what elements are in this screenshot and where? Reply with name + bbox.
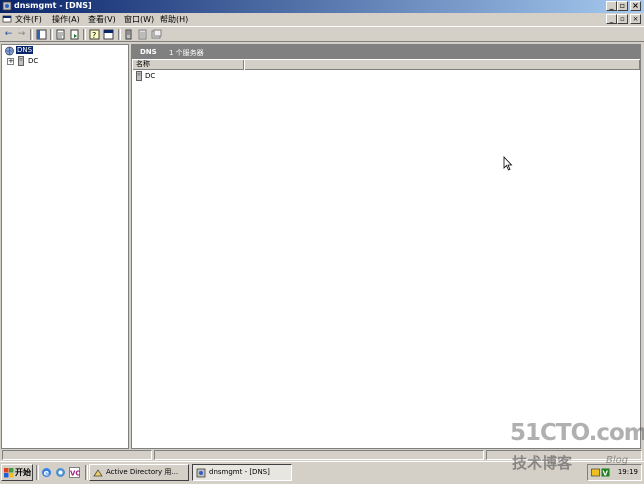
toolbar-separator	[30, 29, 33, 40]
toolbar: ← → ?	[0, 26, 644, 42]
result-header-count: 1 个服务器	[169, 49, 204, 57]
watermark-subtitle: 技术博客	[512, 454, 573, 472]
tree-item-dns[interactable]: DNS	[16, 46, 34, 54]
menu-window[interactable]: 窗口(W)	[124, 14, 154, 25]
taskbar-separator	[36, 465, 39, 480]
result-header: DNS 1 个服务器	[132, 45, 640, 59]
watermark-logo: 51CTO.com	[510, 420, 644, 446]
network-icon[interactable]	[591, 468, 600, 477]
minimize-button[interactable]: _	[606, 1, 617, 11]
toolbar-separator	[50, 29, 53, 40]
menu-bar: 文件(F) 操作(A) 查看(V) 窗口(W) 帮助(H) _ ▫ ×	[0, 13, 644, 26]
status-cell	[2, 450, 152, 460]
start-button[interactable]: 开始	[1, 464, 33, 481]
watermark-blog: Blog	[606, 455, 629, 466]
close-button[interactable]: ×	[630, 1, 641, 11]
toolbar-separator	[83, 29, 86, 40]
task-label: dnsmgmt - [DNS]	[209, 468, 270, 476]
properties-icon[interactable]	[55, 29, 66, 40]
list-item-dc[interactable]: DC	[145, 72, 155, 80]
svg-text:VC: VC	[70, 470, 80, 478]
start-label: 开始	[15, 468, 31, 477]
task-label: Active Directory 用...	[106, 468, 179, 476]
vmware-icon[interactable]: V	[601, 468, 610, 477]
help-icon[interactable]: ?	[89, 29, 100, 40]
console-tree-pane[interactable]: DNS + DC	[1, 44, 129, 449]
clock[interactable]: 19:19	[618, 468, 638, 476]
maximize-button[interactable]: ▫	[617, 1, 628, 11]
menu-view[interactable]: 查看(V)	[88, 14, 116, 25]
forward-icon[interactable]: →	[16, 29, 27, 40]
tree-expander[interactable]: +	[7, 58, 14, 65]
windows-logo-icon	[4, 468, 14, 478]
dns-root-icon	[5, 46, 14, 56]
server-icon	[18, 56, 24, 66]
mdi-restore-button[interactable]: ▫	[617, 14, 628, 24]
zone-list-icon[interactable]	[137, 29, 148, 40]
svg-text:?: ?	[92, 31, 96, 40]
dns-app-icon	[2, 1, 12, 11]
mmc-console-icon[interactable]	[2, 14, 12, 24]
dns-app-icon	[196, 468, 206, 478]
toolbar-separator	[118, 29, 121, 40]
task-button-active-directory[interactable]: Active Directory 用...	[89, 464, 189, 481]
column-blank[interactable]	[244, 60, 640, 70]
desktop-icon[interactable]	[55, 467, 66, 478]
console-tree-icon[interactable]	[36, 29, 47, 40]
back-icon[interactable]: ←	[3, 29, 14, 40]
column-name[interactable]: 名称	[132, 60, 244, 70]
active-directory-icon	[93, 469, 103, 477]
taskbar-separator	[85, 465, 88, 480]
ie-icon[interactable]: e	[41, 467, 52, 478]
task-button-dnsmgmt[interactable]: dnsmgmt - [DNS]	[192, 464, 292, 481]
refresh-icon[interactable]	[151, 29, 162, 40]
mdi-minimize-button[interactable]: _	[606, 14, 617, 24]
window-titlebar[interactable]: dnsmgmt - [DNS] _ ▫ ×	[0, 0, 644, 13]
server-icon[interactable]	[123, 29, 134, 40]
show-hide-icon[interactable]	[103, 29, 114, 40]
column-header: 名称	[132, 60, 640, 70]
mouse-pointer-icon	[503, 156, 513, 171]
svg-text:e: e	[44, 469, 50, 478]
tree-item-dc[interactable]: DC	[28, 57, 38, 65]
menu-help[interactable]: 帮助(H)	[160, 14, 188, 25]
result-header-title: DNS	[140, 48, 157, 56]
svg-text:V: V	[603, 470, 609, 478]
mdi-close-button[interactable]: ×	[630, 14, 641, 24]
vc-icon[interactable]: VC	[69, 467, 80, 478]
menu-file[interactable]: 文件(F)	[15, 14, 42, 25]
status-cell	[154, 450, 484, 460]
server-icon	[136, 71, 142, 81]
export-list-icon[interactable]	[69, 29, 80, 40]
system-tray: V 19:19	[587, 464, 642, 481]
results-pane[interactable]: DNS 1 个服务器 名称 DC	[131, 44, 641, 449]
window-title: dnsmgmt - [DNS]	[14, 1, 92, 10]
menu-action[interactable]: 操作(A)	[52, 14, 80, 25]
